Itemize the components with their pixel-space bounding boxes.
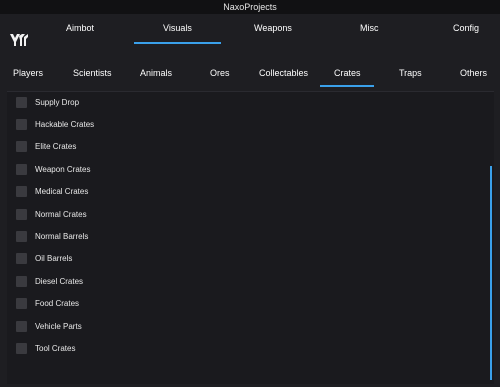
- checkbox[interactable]: [16, 118, 27, 130]
- checkbox[interactable]: [16, 230, 27, 242]
- tab-misc[interactable]: Misc: [360, 23, 379, 33]
- crate-option-normal-barrels[interactable]: Normal Barrels: [16, 229, 88, 243]
- crate-option-label: Supply Drop: [35, 97, 80, 107]
- crate-option-tool-crates[interactable]: Tool Crates: [16, 341, 75, 355]
- subtab-crates-underline: [320, 85, 374, 87]
- subtab-scientists[interactable]: Scientists: [73, 68, 112, 78]
- tab-visuals-underline: [134, 42, 221, 44]
- sub-navigation: Players Scientists Animals Ores Collecta…: [0, 46, 500, 90]
- tab-weapons[interactable]: Weapons: [254, 23, 292, 33]
- crate-option-weapon-crates[interactable]: Weapon Crates: [16, 162, 90, 176]
- subtab-collectables[interactable]: Collectables: [259, 68, 308, 78]
- subtab-animals[interactable]: Animals: [140, 68, 172, 78]
- crate-option-label: Food Crates: [35, 298, 80, 308]
- crate-option-label: Normal Barrels: [35, 231, 89, 241]
- subtab-crates[interactable]: Crates: [334, 68, 361, 78]
- crate-option-hackable-crates[interactable]: Hackable Crates: [16, 117, 94, 131]
- subtab-players[interactable]: Players: [13, 68, 43, 78]
- checkbox[interactable]: [16, 252, 27, 264]
- crate-option-label: Tool Crates: [35, 343, 76, 353]
- vertical-scrollbar[interactable]: [490, 166, 492, 380]
- checkbox[interactable]: [16, 297, 27, 309]
- crate-option-label: Normal Crates: [35, 209, 87, 219]
- checkbox[interactable]: [16, 275, 27, 287]
- crate-option-label: Vehicle Parts: [35, 321, 82, 331]
- top-navigation: Aimbot Visuals Weapons Misc Config: [0, 14, 500, 50]
- crate-option-medical-crates[interactable]: Medical Crates: [16, 184, 88, 198]
- crate-option-oil-barrels[interactable]: Oil Barrels: [16, 251, 72, 265]
- crate-option-label: Hackable Crates: [35, 119, 95, 129]
- crate-option-elite-crates[interactable]: Elite Crates: [16, 139, 76, 153]
- window-title: NaxoProjects: [0, 0, 500, 14]
- checkbox[interactable]: [16, 342, 27, 354]
- checkbox[interactable]: [16, 96, 27, 108]
- checkbox[interactable]: [16, 320, 27, 332]
- tab-visuals[interactable]: Visuals: [163, 23, 192, 33]
- crate-option-label: Medical Crates: [35, 186, 89, 196]
- crate-option-vehicle-parts[interactable]: Vehicle Parts: [16, 319, 82, 333]
- checkbox[interactable]: [16, 208, 27, 220]
- app-window: NaxoProjects Aimbot Visuals Weapons Misc…: [0, 0, 500, 387]
- checkbox[interactable]: [16, 185, 27, 197]
- crates-panel: Supply Drop Hackable Crates Elite Crates…: [7, 91, 494, 384]
- checkbox[interactable]: [16, 163, 27, 175]
- subtab-others[interactable]: Others: [460, 68, 487, 78]
- crate-option-diesel-crates[interactable]: Diesel Crates: [16, 274, 83, 288]
- crate-option-label: Diesel Crates: [35, 276, 84, 286]
- crate-option-label: Weapon Crates: [35, 164, 91, 174]
- crate-option-normal-crates[interactable]: Normal Crates: [16, 207, 87, 221]
- tab-config[interactable]: Config: [453, 23, 479, 33]
- crate-option-food-crates[interactable]: Food Crates: [16, 296, 79, 310]
- crate-option-supply-drop[interactable]: Supply Drop: [16, 95, 79, 109]
- crate-option-label: Elite Crates: [35, 141, 77, 151]
- subtab-traps[interactable]: Traps: [399, 68, 422, 78]
- checkbox[interactable]: [16, 140, 27, 152]
- subtab-ores[interactable]: Ores: [210, 68, 230, 78]
- tab-aimbot[interactable]: Aimbot: [66, 23, 94, 33]
- crate-option-label: Oil Barrels: [35, 253, 73, 263]
